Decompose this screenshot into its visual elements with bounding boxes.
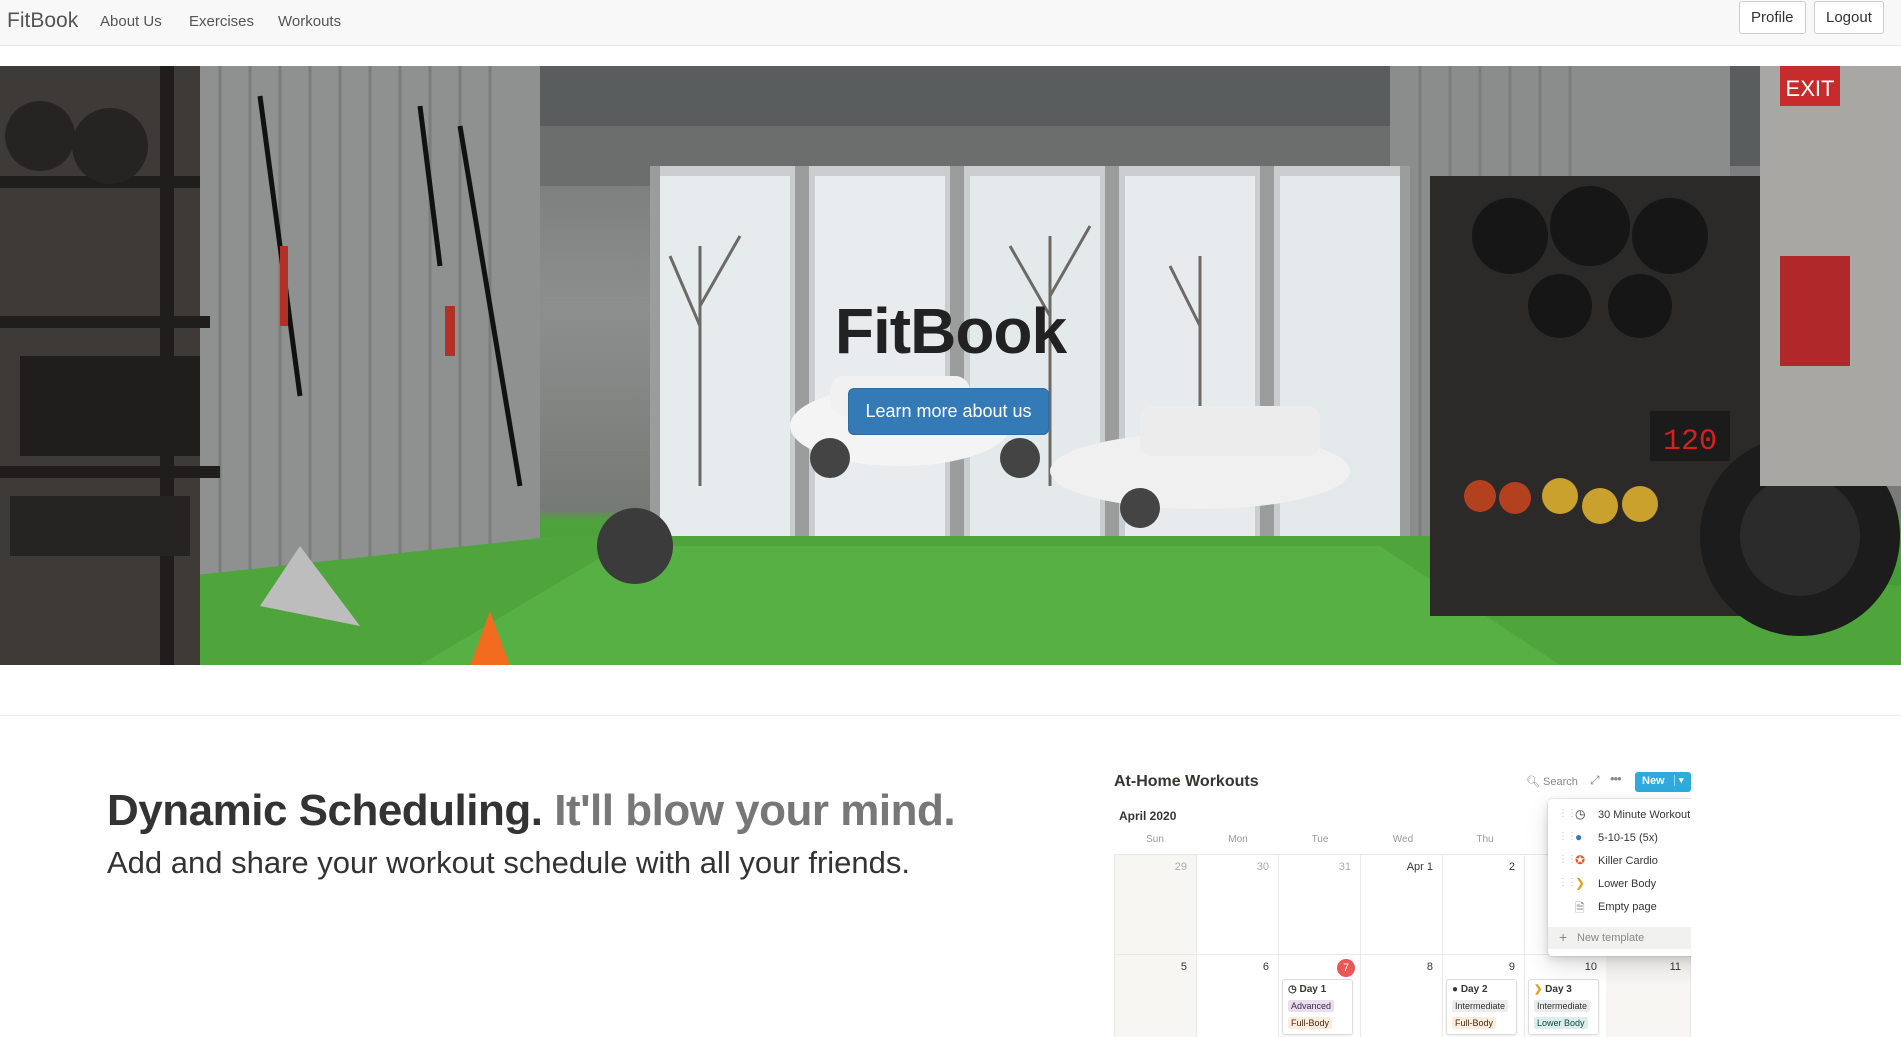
hero-banner: EXIT 120 FitBook Learn more about us [0, 66, 1901, 665]
template-dropdown: ⋮⋮◷30 Minute Workout••• ⋮⋮●5-10-15 (5x)•… [1548, 799, 1691, 956]
drag-handle-icon: ⋮⋮ [1558, 831, 1577, 842]
section-divider [0, 715, 1901, 716]
calendar-day: 29 [1114, 854, 1197, 955]
weekday-label: Sun [1146, 834, 1164, 845]
calendar-day: 11 [1606, 954, 1691, 1037]
drag-handle-icon: ⋮⋮ [1558, 877, 1577, 888]
clock-icon: ◷ [1288, 984, 1297, 995]
new-template-label: New template [1577, 932, 1645, 944]
day-number: Apr 1 [1406, 861, 1433, 873]
feature-heading-strong: Dynamic Scheduling. [107, 786, 543, 835]
day-number: 11 [1669, 961, 1681, 973]
template-item: ⋮⋮●5-10-15 (5x)••• [1548, 827, 1691, 849]
day-number: 31 [1338, 861, 1351, 873]
profile-button[interactable]: Profile [1739, 1, 1806, 34]
day-number: 2 [1508, 861, 1515, 873]
day-number: 6 [1262, 961, 1269, 973]
workout-card-title: ❯ Day 3 [1534, 984, 1572, 995]
exit-sign: EXIT [1786, 76, 1835, 101]
leg-icon: ❯ [1575, 876, 1586, 890]
leg-icon: ❯ [1534, 984, 1543, 995]
preview-search-label: Search [1543, 776, 1578, 788]
template-item-label: Lower Body [1598, 878, 1657, 890]
template-item: ⋮⋮✪Killer Cardio••• [1548, 850, 1691, 872]
calendar-day: 10 ❯ Day 3 Intermediate Lower Body [1524, 954, 1607, 1037]
day-number: 10 [1584, 961, 1597, 973]
level-tag: Advanced [1288, 1000, 1335, 1012]
calendar-day: 8 [1360, 954, 1443, 1037]
weekday-label: Mon [1228, 834, 1248, 845]
today-badge: 7 [1337, 959, 1355, 977]
preview-new-label: New [1642, 775, 1665, 787]
template-item: 🗎︎ Empty page [1548, 896, 1691, 918]
new-template-row: + New template [1548, 927, 1691, 949]
preview-new-button: New ▾ [1635, 772, 1691, 792]
page-icon: 🗎︎ [1575, 901, 1585, 915]
day-number: 30 [1256, 861, 1269, 873]
workout-card-title-text: Day 1 [1299, 984, 1327, 995]
weekday-label: Thu [1476, 834, 1494, 845]
body-tag: Full-Body [1288, 1017, 1333, 1029]
globe-icon: ● [1452, 984, 1459, 995]
day-number: 5 [1180, 961, 1187, 973]
feature-heading-muted: It'll blow your mind. [554, 786, 956, 835]
calendar-day: Apr 1 [1360, 854, 1443, 955]
drag-handle-icon: ⋮⋮ [1558, 808, 1577, 819]
navbar: FitBook About Us Exercises Workouts Prof… [0, 0, 1901, 46]
template-item-label: 5-10-15 (5x) [1598, 832, 1658, 844]
feature-subheading: Add and share your workout schedule with… [107, 845, 910, 880]
calendar-day: 31 [1278, 854, 1361, 955]
calendar-day: 5 [1114, 954, 1197, 1037]
calendar-day: 2 [1442, 854, 1525, 955]
calendar-day: 30 [1196, 854, 1279, 955]
body-tag: Lower Body [1534, 1017, 1588, 1029]
nav-link-about-us[interactable]: About Us [100, 13, 162, 30]
day-number: 9 [1508, 961, 1515, 973]
runner-icon: ✪ [1575, 853, 1586, 867]
level-tag: Intermediate [1452, 1000, 1509, 1012]
workout-card: ● Day 2 Intermediate Full-Body [1446, 979, 1517, 1035]
preview-title: At-Home Workouts [1114, 773, 1259, 790]
weekday-label: Wed [1392, 834, 1414, 845]
workout-card: ❯ Day 3 Intermediate Lower Body [1528, 979, 1599, 1035]
workout-card-title: ● Day 2 [1452, 984, 1488, 995]
brand-link[interactable]: FitBook [7, 9, 78, 33]
template-item: ⋮⋮◷30 Minute Workout••• [1548, 804, 1691, 826]
search-icon: 🔍︎ [1526, 776, 1540, 788]
hero-title: FitBook [834, 295, 1067, 367]
learn-more-button[interactable]: Learn more about us [848, 388, 1049, 435]
template-item-label: Empty page [1598, 901, 1657, 913]
workout-card-title: ◷ Day 1 [1288, 984, 1326, 995]
calendar-day: 7 ◷ Day 1 Advanced Full-Body [1278, 954, 1361, 1037]
workout-card-title-text: Day 3 [1545, 984, 1572, 995]
level-tag: Intermediate [1534, 1000, 1591, 1012]
body-tag: Full-Body [1452, 1017, 1497, 1029]
template-item-label: Killer Cardio [1598, 855, 1658, 867]
preview-search: 🔍︎ Search [1526, 775, 1578, 788]
day-number: 29 [1174, 861, 1187, 873]
more-icon: ••• [1610, 771, 1622, 786]
globe-icon: ● [1575, 830, 1583, 844]
feature-heading: Dynamic Scheduling. It'll blow your mind… [107, 786, 956, 836]
chevron-down-icon: ▾ [1674, 775, 1684, 786]
day-number: 8 [1426, 961, 1433, 973]
schedule-preview-image: At-Home Workouts 🔍︎ Search ⤢ ••• New ▾ Ap… [1113, 770, 1691, 1037]
weekday-label: Tue [1311, 834, 1329, 845]
preview-month: April 2020 [1119, 809, 1177, 823]
nav-link-exercises[interactable]: Exercises [189, 13, 254, 30]
gym-timer-display: 120 [1663, 425, 1717, 459]
calendar-day: 6 [1196, 954, 1279, 1037]
workout-card: ◷ Day 1 Advanced Full-Body [1282, 979, 1353, 1035]
nav-link-workouts[interactable]: Workouts [278, 13, 341, 30]
logout-button[interactable]: Logout [1814, 1, 1884, 34]
template-item: ⋮⋮❯Lower Body••• [1548, 873, 1691, 895]
drag-handle-icon: ⋮⋮ [1558, 854, 1577, 865]
calendar-day: 9 ● Day 2 Intermediate Full-Body [1442, 954, 1525, 1037]
expand-icon: ⤢ [1590, 773, 1600, 787]
template-item-label: 30 Minute Workout [1598, 809, 1691, 821]
clock-icon: ◷ [1575, 807, 1586, 821]
workout-card-title-text: Day 2 [1460, 984, 1488, 995]
plus-icon: + [1559, 929, 1568, 945]
